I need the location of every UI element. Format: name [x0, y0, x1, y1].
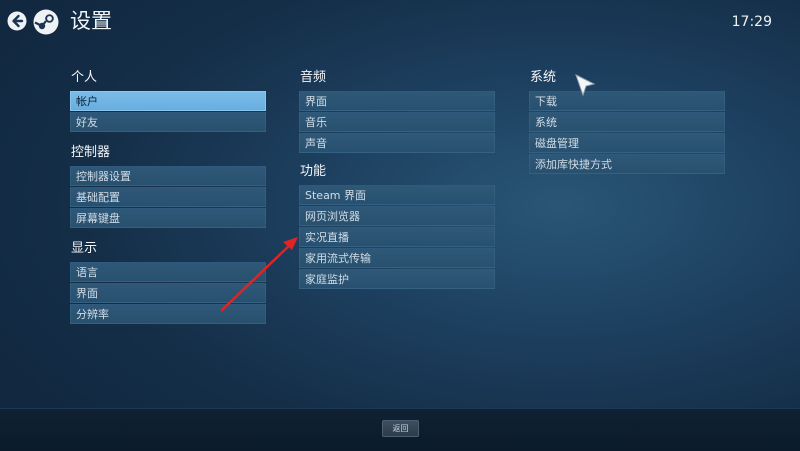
menu-item-interface[interactable]: 界面: [70, 283, 266, 303]
back-button[interactable]: 返回: [382, 420, 419, 437]
section-system: 系统 下载 系统 磁盘管理 添加库快捷方式: [529, 70, 725, 174]
section-display: 显示 语言 界面 分辨率: [70, 241, 266, 324]
section-title-display: 显示: [71, 241, 98, 256]
section-audio: 音频 界面 音乐 声音: [299, 70, 495, 153]
mouse-cursor-icon: [575, 74, 596, 97]
section-controller: 控制器 控制器设置 基础配置 屏幕键盘: [70, 145, 266, 228]
section-title-audio: 音频: [300, 70, 327, 85]
menu-item-steam-overlay[interactable]: Steam 界面: [299, 185, 495, 205]
menu-item-add-library-shortcut[interactable]: 添加库快捷方式: [529, 154, 725, 174]
menu-item-broadcasting[interactable]: 实况直播: [299, 227, 495, 247]
clock: 17:29: [731, 14, 772, 30]
menu-item-base-configuration[interactable]: 基础配置: [70, 187, 266, 207]
section-title-personal: 个人: [71, 70, 98, 85]
bottom-bar: 返回: [0, 408, 800, 451]
menu-item-web-browser[interactable]: 网页浏览器: [299, 206, 495, 226]
menu-item-downloads[interactable]: 下载: [529, 91, 725, 111]
top-bar: 设置 17:29: [0, 0, 800, 44]
section-title-features: 功能: [300, 164, 327, 179]
menu-item-storage-manager[interactable]: 磁盘管理: [529, 133, 725, 153]
section-title-system: 系统: [530, 70, 557, 85]
menu-item-system[interactable]: 系统: [529, 112, 725, 132]
section-features: 功能 Steam 界面 网页浏览器 实况直播 家用流式传输 家庭监护: [299, 164, 495, 289]
steam-logo-icon: [33, 9, 59, 35]
section-title-controller: 控制器: [71, 145, 111, 160]
back-arrow-icon[interactable]: [7, 11, 27, 31]
menu-item-voice[interactable]: 声音: [299, 133, 495, 153]
menu-item-friends[interactable]: 好友: [70, 112, 266, 132]
menu-item-language[interactable]: 语言: [70, 262, 266, 282]
settings-column-2: 音频 界面 音乐 声音 功能 Steam 界面 网页浏览器 实况直播 家用流式传…: [299, 70, 495, 290]
menu-item-in-home-streaming[interactable]: 家用流式传输: [299, 248, 495, 268]
menu-item-audio-interface[interactable]: 界面: [299, 91, 495, 111]
menu-item-music[interactable]: 音乐: [299, 112, 495, 132]
section-personal: 个人 帐户 好友: [70, 70, 266, 132]
menu-item-controller-settings[interactable]: 控制器设置: [70, 166, 266, 186]
menu-item-resolution[interactable]: 分辨率: [70, 304, 266, 324]
page-title: 设置: [70, 9, 112, 33]
settings-column-3: 系统 下载 系统 磁盘管理 添加库快捷方式: [529, 70, 725, 175]
menu-item-account[interactable]: 帐户: [70, 91, 266, 111]
menu-item-onscreen-keyboard[interactable]: 屏幕键盘: [70, 208, 266, 228]
settings-column-1: 个人 帐户 好友 控制器 控制器设置 基础配置 屏幕键盘 显示 语言 界面 分辨…: [70, 70, 266, 325]
menu-item-family-view[interactable]: 家庭监护: [299, 269, 495, 289]
